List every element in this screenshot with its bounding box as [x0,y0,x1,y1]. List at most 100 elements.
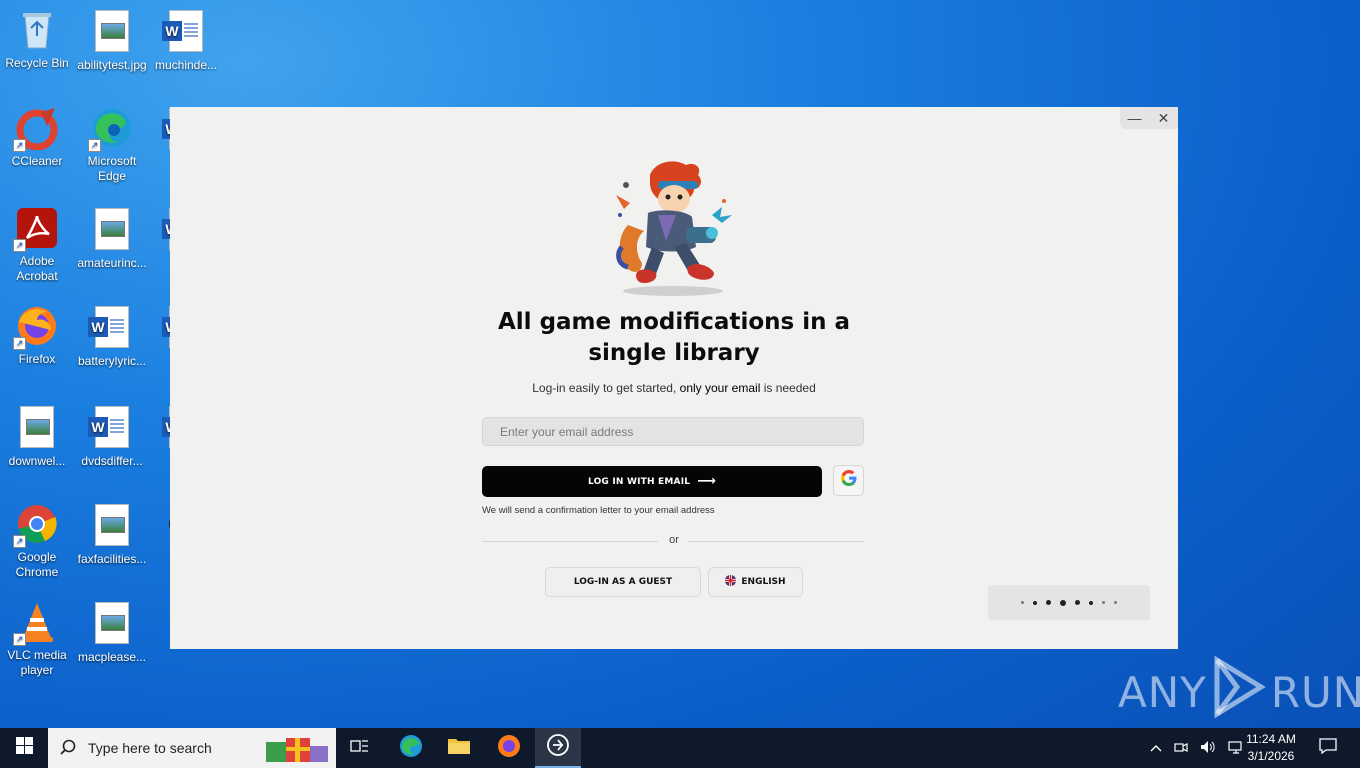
clock-date: 3/1/2026 [1247,749,1295,763]
login-with-email-label: LOG IN WITH EMAIL [587,476,691,487]
login-with-email-button[interactable]: LOG IN WITH EMAIL ⟶ [482,466,822,497]
image-file-icon [15,406,59,450]
search-placeholder: Type here to search [88,740,212,756]
game-mod-app-icon [546,733,570,762]
desktop-icon-muchinde[interactable]: W muchinde... [149,8,223,73]
desktop-icon-label: Google Chrome [15,550,59,579]
carousel-dot[interactable] [1114,601,1117,604]
login-window: — ✕ All game modifications in a single l… [170,107,1178,649]
carousel-dot[interactable] [1046,600,1051,605]
clock[interactable]: 11:24 AM 3/1/2026 [1242,731,1300,765]
desktop-icon-edge[interactable]: ↗ Microsoft Edge [75,106,149,184]
task-view-button[interactable] [340,728,380,768]
login-as-guest-label: LOG-IN AS A GUEST [573,577,673,587]
image-file-icon [90,504,134,548]
desktop-icon-abilitytest[interactable]: abilitytest.jpg [75,8,149,73]
carousel-dot[interactable] [1033,600,1037,605]
desktop-icon-label: Microsoft Edge [87,154,137,183]
hero-character-illustration [608,155,738,300]
watermark-text-left: ANY [1118,667,1207,717]
carousel-dot[interactable] [1089,600,1093,605]
task-view-icon [350,738,370,759]
carousel-indicator [988,585,1150,620]
language-label: ENGLISH [741,577,786,587]
chevron-up-icon[interactable] [1150,741,1162,755]
desktop-icon-vlc[interactable]: ↗ VLC media player [0,600,74,678]
notifications-button[interactable] [1310,728,1346,768]
window-controls: — ✕ [1120,107,1178,129]
carousel-dot[interactable] [1102,601,1105,604]
edge-icon [399,734,423,763]
word-doc-icon: W [88,406,134,450]
login-as-guest-button[interactable]: LOG-IN AS A GUEST [545,567,701,597]
desktop-icon-label: muchinde... [154,58,218,72]
play-logo-icon [1211,655,1267,728]
desktop-icon-label: faxfacilities... [77,552,147,566]
close-button[interactable]: ✕ [1149,107,1178,129]
google-login-button[interactable] [833,465,864,496]
taskbar-search-box[interactable]: Type here to search [48,728,336,768]
start-button[interactable] [0,728,48,768]
search-icon [60,739,76,758]
desktop-icon-label: dvdsdiffer... [81,454,143,468]
or-divider: or [482,533,866,549]
desktop-icon-faxfacilities[interactable]: faxfacilities... [75,502,149,567]
anyrun-watermark: ANY RUN [1118,655,1360,728]
desktop-icon-ccleaner[interactable]: ↗ CCleaner [0,106,74,169]
desktop-icon-label: Recycle Bin [5,56,69,70]
desktop-icon-label: CCleaner [11,154,63,168]
desktop-icon-acrobat[interactable]: ↗ Adobe Acrobat [0,206,74,284]
image-file-icon [90,10,134,54]
carousel-dot[interactable] [1075,600,1080,605]
desktop-icon-firefox[interactable]: ↗ Firefox [0,304,74,367]
desktop-icon-amateurinc[interactable]: amateurinc... [75,206,149,271]
google-icon [840,469,857,491]
divider-line [688,541,864,542]
volume-icon[interactable] [1200,740,1216,757]
uk-flag-icon [725,575,737,589]
desktop-icon-macplease[interactable]: macplease... [75,600,149,665]
desktop-icon-label: batterylyric... [77,354,146,368]
taskbar-firefox[interactable] [488,728,530,768]
subtitle-emphasis: only your email [679,381,761,395]
taskbar-file-explorer[interactable] [438,728,480,768]
desktop-icon-chrome[interactable]: ↗ Google Chrome [0,502,74,580]
desktop-icon-label: amateurinc... [77,256,147,270]
windows-logo-icon [15,737,33,759]
vlc-icon: ↗ [13,600,59,646]
recycle-bin-icon [15,8,59,52]
arrow-right-icon: ⟶ [697,474,717,489]
image-file-icon [90,602,134,646]
ccleaner-icon: ↗ [13,106,59,152]
taskbar-edge[interactable] [390,728,432,768]
notification-icon [1319,737,1337,759]
firefox-icon: ↗ [13,304,59,350]
confirmation-note: We will send a confirmation letter to yo… [482,505,715,516]
meet-now-icon[interactable] [1174,740,1188,757]
carousel-dot[interactable] [1060,599,1066,606]
word-doc-icon: W [162,10,208,54]
desktop-icon-label: downwel... [8,454,66,468]
taskbar: Type here to search 11:24 AM 3/1/2026 [0,728,1360,768]
minimize-button[interactable]: — [1120,107,1149,129]
desktop-icon-downwel[interactable]: downwel... [0,404,74,469]
subtitle: Log-in easily to get started, only your … [474,381,874,395]
watermark-text-right: RUN [1270,667,1360,717]
or-label: or [669,534,679,546]
taskbar-active-app[interactable] [535,728,581,768]
subtitle-text-end: is needed [760,381,816,395]
language-select-button[interactable]: ENGLISH [708,567,803,597]
word-doc-icon: W [88,306,134,350]
edge-icon: ↗ [88,106,134,152]
desktop-icon-batterylyric[interactable]: W batterylyric... [75,304,149,369]
email-input[interactable] [482,417,864,446]
desktop-icon-label: Firefox [18,352,56,366]
carousel-dot[interactable] [1021,601,1024,604]
divider-line [482,541,658,542]
subtitle-text: Log-in easily to get started, [532,381,680,395]
desktop-icon-label: Adobe Acrobat [16,254,58,283]
firefox-icon [497,734,521,763]
desktop-icon-recycle-bin[interactable]: Recycle Bin [0,8,74,71]
acrobat-icon: ↗ [13,206,59,252]
desktop-icon-dvdsdiffer[interactable]: W dvdsdiffer... [75,404,149,469]
